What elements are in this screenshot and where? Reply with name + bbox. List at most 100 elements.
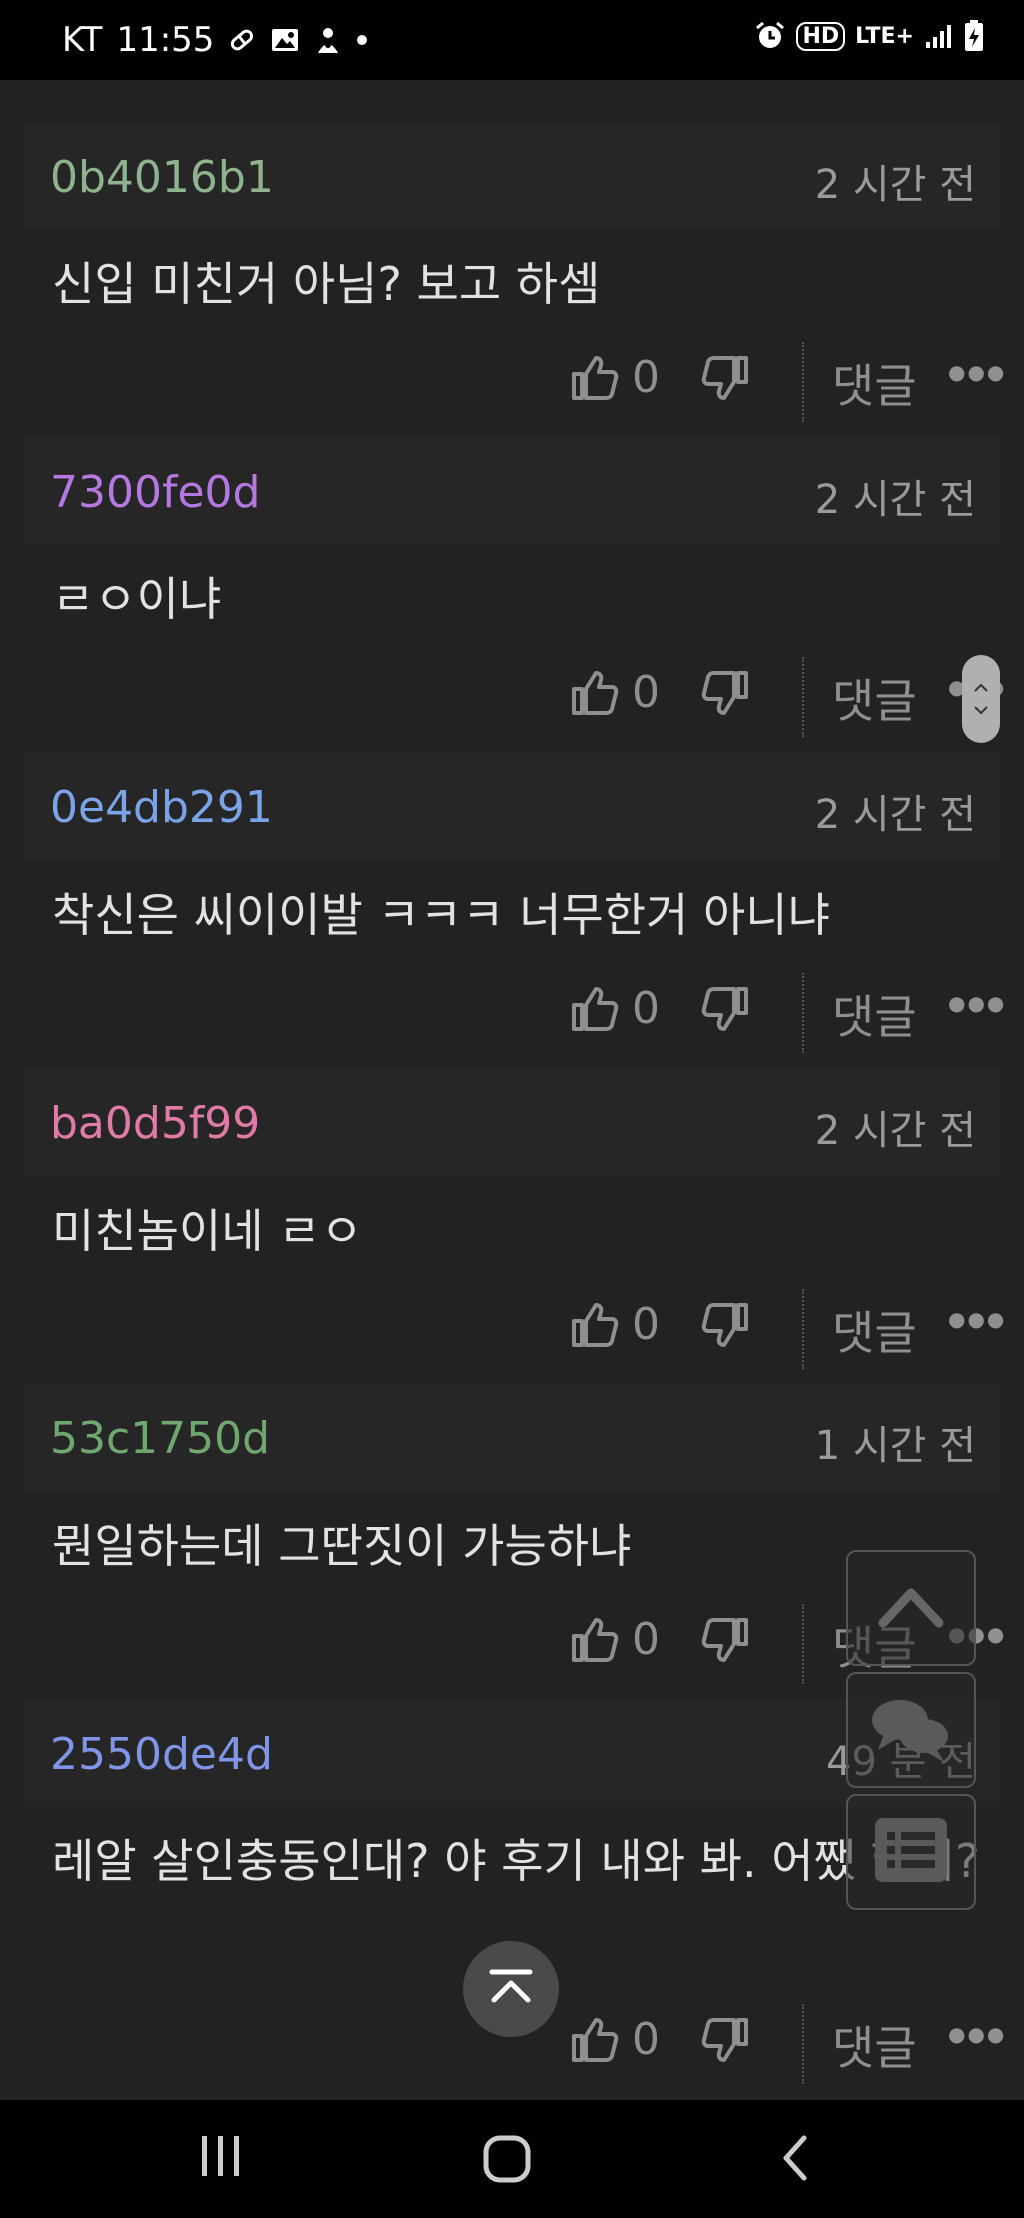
scroll-to-top-button[interactable]	[463, 1941, 559, 2037]
dislike-button[interactable]	[700, 2014, 752, 2070]
carrier-label: KT	[62, 20, 103, 60]
like-button[interactable]	[568, 983, 620, 1039]
signal-icon	[924, 22, 954, 50]
thumbs-up-icon	[568, 983, 620, 1039]
chat-bubbles-icon	[866, 1692, 956, 1768]
comment-author[interactable]: 0e4db291	[50, 782, 273, 833]
recent-apps-button[interactable]	[200, 2134, 242, 2182]
reply-button[interactable]: 댓글	[832, 981, 917, 1047]
comment-author[interactable]: ba0d5f99	[50, 1098, 260, 1149]
comment-author[interactable]: 7300fe0d	[50, 467, 260, 518]
comment-body: ㄹㅇ이냐	[52, 572, 222, 626]
action-divider	[802, 1604, 804, 1684]
dislike-button[interactable]	[700, 983, 752, 1039]
comment-header: 0e4db291 2 시간 전	[24, 752, 1000, 860]
gallery-icon	[270, 26, 300, 54]
like-count: 0	[632, 667, 660, 718]
thumbs-up-icon	[568, 1299, 620, 1355]
list-view-button[interactable]	[846, 1794, 976, 1910]
more-dots-icon: ●●●	[948, 2022, 1007, 2046]
more-options-button[interactable]: ●●●	[948, 1307, 1006, 1331]
hd-voice-label: HD	[796, 21, 846, 51]
thumbs-down-icon	[700, 1614, 752, 1670]
thumbs-down-icon	[700, 1299, 752, 1355]
battery-charging-icon	[964, 20, 984, 52]
home-button[interactable]	[482, 2134, 532, 2188]
pill-icon	[228, 26, 256, 54]
back-button[interactable]	[780, 2134, 810, 2186]
like-count: 0	[632, 983, 660, 1034]
like-button[interactable]	[568, 352, 620, 408]
alarm-icon	[754, 20, 786, 52]
thumbs-up-icon	[568, 2014, 620, 2070]
go-up-button[interactable]	[846, 1550, 976, 1666]
reply-button[interactable]: 댓글	[832, 1297, 917, 1363]
comment-header: 0b4016b1 2 시간 전	[24, 122, 1000, 230]
back-chevron-icon	[780, 2134, 810, 2186]
like-button[interactable]	[568, 1614, 620, 1670]
more-dots-icon: ●●●	[948, 991, 1007, 1015]
comment-author[interactable]: 0b4016b1	[50, 152, 274, 203]
reply-button[interactable]: 댓글	[832, 2012, 917, 2078]
chevron-up-icon	[875, 1581, 947, 1635]
action-divider	[802, 973, 804, 1053]
comment-actions: 0 댓글 ●●●	[0, 657, 1024, 747]
like-count: 0	[632, 1614, 660, 1665]
comments-button[interactable]	[846, 1672, 976, 1788]
comment-timestamp: 1 시간 전	[814, 1423, 976, 1469]
comment-actions: 0 댓글 ●●●	[0, 342, 1024, 432]
more-options-button[interactable]: ●●●	[948, 360, 1006, 384]
comment-header: 7300fe0d 2 시간 전	[24, 437, 1000, 545]
more-options-button[interactable]: ●●●	[948, 991, 1006, 1015]
like-button[interactable]	[568, 1299, 620, 1355]
status-bar: KT 11:55 HD LTE+	[0, 0, 1024, 80]
thumbs-up-icon	[568, 352, 620, 408]
action-divider	[802, 342, 804, 422]
double-chevron-up-icon	[488, 1968, 534, 2010]
thumbs-up-icon	[568, 667, 620, 723]
recent-apps-icon	[200, 2134, 242, 2182]
comment-body: 착신은 씨이이발 ㅋㅋㅋ 너무한거 아니냐	[52, 888, 830, 942]
comment-actions: 0 댓글 ●●●	[0, 1289, 1024, 1379]
action-divider	[802, 657, 804, 737]
list-icon	[873, 1816, 949, 1888]
like-button[interactable]	[568, 2014, 620, 2070]
more-notifications-dot-icon	[356, 34, 368, 46]
comment-author[interactable]: 53c1750d	[50, 1413, 270, 1464]
scrollbar-handle[interactable]	[962, 655, 1000, 743]
like-count: 0	[632, 352, 660, 403]
action-divider	[802, 1289, 804, 1369]
comment-header: ba0d5f99 2 시간 전	[24, 1068, 1000, 1176]
more-dots-icon: ●●●	[948, 1307, 1007, 1331]
comment-body: 뭔일하는데 그딴짓이 가능하냐	[52, 1519, 632, 1573]
like-count: 0	[632, 1299, 660, 1350]
clock: 11:55	[116, 20, 215, 60]
reply-button[interactable]: 댓글	[832, 665, 917, 731]
more-options-button[interactable]: ●●●	[948, 2022, 1006, 2046]
dislike-button[interactable]	[700, 1614, 752, 1670]
comment-body: 신입 미친거 아님? 보고 하셈	[52, 257, 601, 311]
thumbs-down-icon	[700, 667, 752, 723]
dislike-button[interactable]	[700, 352, 752, 408]
thumbs-down-icon	[700, 352, 752, 408]
thumbs-down-icon	[700, 983, 752, 1039]
action-divider	[802, 2004, 804, 2084]
like-count: 0	[632, 2014, 660, 2065]
app-notification-icon	[314, 25, 342, 55]
dislike-button[interactable]	[700, 1299, 752, 1355]
more-dots-icon: ●●●	[948, 360, 1007, 384]
navigation-bar	[0, 2100, 1024, 2218]
reply-button[interactable]: 댓글	[832, 350, 917, 416]
comment-timestamp: 2 시간 전	[814, 792, 976, 838]
comment-header: 53c1750d 1 시간 전	[24, 1383, 1000, 1491]
comment-body: 레알 살인충동인대? 야 후기 내와 봐. 어쨌 했어?	[52, 1834, 980, 1888]
chevron-down-icon	[973, 699, 989, 721]
home-icon	[482, 2134, 532, 2188]
comment-timestamp: 2 시간 전	[814, 477, 976, 523]
comment-actions: 0 댓글 ●●●	[0, 973, 1024, 1063]
comment-body: 미친놈이네 ㄹㅇ	[52, 1204, 363, 1258]
like-button[interactable]	[568, 667, 620, 723]
comment-author[interactable]: 2550de4d	[50, 1729, 273, 1780]
thumbs-down-icon	[700, 2014, 752, 2070]
dislike-button[interactable]	[700, 667, 752, 723]
